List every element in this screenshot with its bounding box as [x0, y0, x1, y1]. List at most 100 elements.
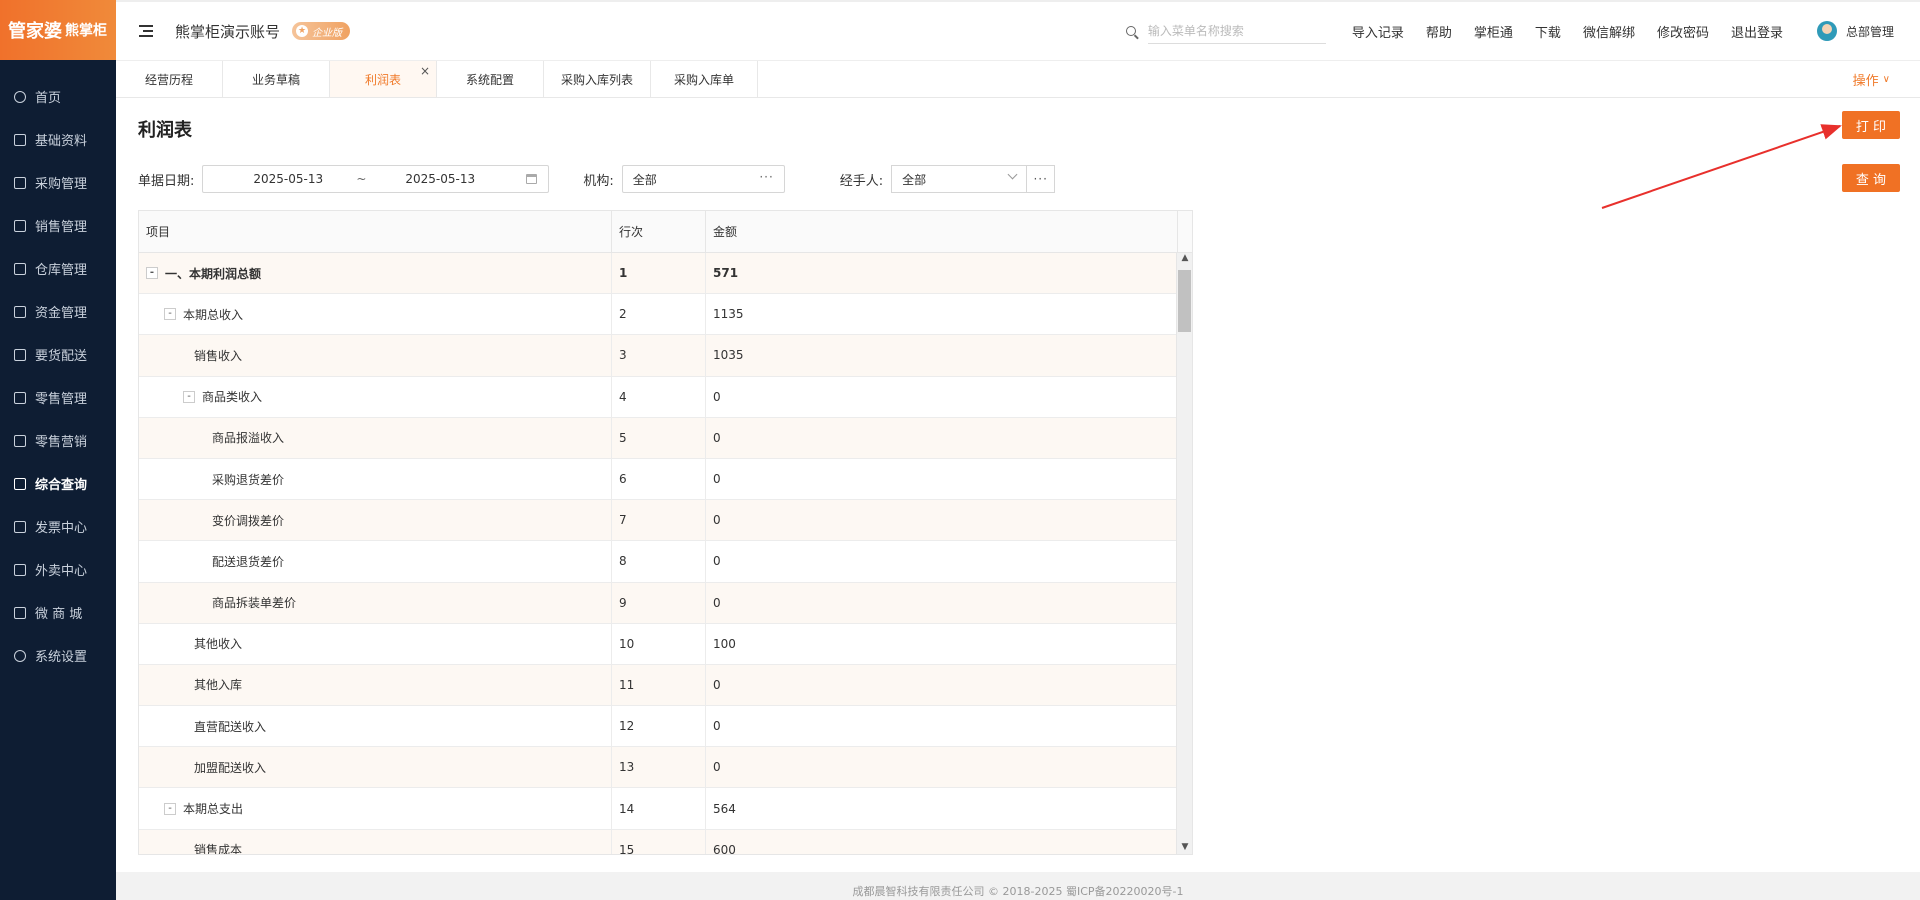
table-row[interactable]: - 本期总收入 2 1135	[139, 294, 1192, 336]
table-row[interactable]: 配送退货差价 8 0	[139, 541, 1192, 583]
cell-item-text: 销售收入	[194, 348, 243, 363]
tab[interactable]: 采购入库单	[651, 61, 758, 97]
cell-amount: 0	[706, 706, 1178, 747]
sidebar-item[interactable]: 系统设置	[0, 634, 116, 677]
table-row[interactable]: - 商品类收入 4 0	[139, 376, 1192, 418]
sidebar-item[interactable]: 首页	[0, 75, 116, 118]
sidebar-item[interactable]: 外卖中心	[0, 548, 116, 591]
close-icon[interactable]: ×	[420, 64, 430, 78]
calendar-icon[interactable]	[526, 174, 538, 184]
sidebar: 管家婆 熊掌柜 首页基础资料 采购管理 销售管理 仓库管理 资金管理 要货配送 零售管理零售…	[0, 0, 116, 900]
cell-amount: 100	[706, 623, 1178, 664]
chevron-down-icon: ∨	[1882, 73, 1890, 85]
column-header-line: 行次	[612, 211, 706, 252]
gift-icon	[14, 434, 26, 447]
sidebar-item[interactable]: 微 商 城	[0, 591, 116, 634]
table-row[interactable]: 采购退货差价 6 0	[139, 458, 1192, 501]
top-bar: 熊掌柜演示账号 ★企业版 导入记录 帮助 掌柜通 下载 微信解绑 修改密码 退出登录 总部管…	[116, 0, 1920, 60]
sidebar-nav: 首页基础资料 采购管理 销售管理 仓库管理 资金管理 要货配送 零售管理零售营销综合查询 发票…	[0, 75, 116, 677]
sidebar-item[interactable]: 基础资料	[0, 118, 116, 161]
table-row[interactable]: 销售成本 15 600	[139, 829, 1192, 855]
handler-select[interactable]: 全部	[891, 165, 1027, 193]
operation-dropdown[interactable]: 操作 ∨	[1853, 61, 1890, 97]
top-link[interactable]: 导入记录	[1352, 22, 1404, 41]
cell-item-text: 其他入库	[194, 678, 243, 693]
sidebar-item-label: 首页	[35, 91, 62, 106]
date-range-picker[interactable]: 2025-05-13 ~ 2025-05-13	[202, 165, 550, 193]
date-to[interactable]: 2025-05-13	[405, 172, 475, 186]
collapse-toggle-icon[interactable]: -	[146, 267, 158, 280]
cell-item-text: 一、本期利润总额	[165, 266, 262, 281]
print-button[interactable]: 打 印	[1842, 111, 1900, 139]
tab-label: 利润表	[364, 72, 401, 87]
edition-badge: ★ 企业版	[292, 22, 351, 40]
sidebar-item-label: 外卖中心	[35, 564, 88, 579]
top-links: 导入记录 帮助 掌柜通 下载 微信解绑 修改密码 退出登录	[1352, 22, 1805, 41]
cell-line: 8	[612, 541, 706, 582]
chevron-down-icon[interactable]	[1007, 169, 1018, 180]
user-menu[interactable]: 总部管理	[1816, 21, 1894, 41]
handler-more-button[interactable]: ···	[1026, 165, 1056, 193]
cell-line: 4	[612, 376, 706, 417]
query-button[interactable]: 查 询	[1842, 164, 1900, 192]
main-content: 利润表 打 印 查 询 单据日期: 2025-05-13 ~ 2025-05-1…	[116, 99, 1920, 872]
sidebar-item[interactable]: 发票中心	[0, 505, 116, 548]
scroll-down-icon[interactable]: ▼	[1177, 842, 1192, 854]
search-icon[interactable]	[1125, 26, 1136, 36]
date-from[interactable]: 2025-05-13	[253, 172, 323, 186]
top-link[interactable]: 帮助	[1426, 22, 1452, 41]
tab[interactable]: 采购入库列表	[544, 61, 651, 97]
wallet-icon	[14, 305, 26, 318]
sidebar-item[interactable]: 零售营销	[0, 419, 116, 462]
shop-icon	[14, 606, 26, 619]
menu-search-input[interactable]	[1147, 18, 1326, 44]
collapse-toggle-icon[interactable]: -	[164, 308, 176, 321]
cell-item: 销售成本	[139, 829, 612, 855]
footer-text: 成都晨智科技有限责任公司 © 2018-2025 蜀ICP备20220020号-…	[852, 885, 1184, 898]
collapse-toggle-icon[interactable]: -	[164, 802, 176, 815]
table-row[interactable]: 变价调拨差价 7 0	[139, 500, 1192, 542]
cell-amount: 0	[706, 417, 1178, 458]
filter-bar: 单据日期: 2025-05-13 ~ 2025-05-13 机构: 全部 ···…	[138, 165, 1056, 193]
scroll-up-icon[interactable]: ▲	[1177, 253, 1192, 267]
table-header: 项目 行次 金额	[139, 211, 1192, 253]
cart-icon	[14, 176, 26, 189]
top-link[interactable]: 退出登录	[1731, 22, 1783, 41]
menu-collapse-icon[interactable]	[139, 25, 153, 37]
table-row[interactable]: 其他入库 11 0	[139, 664, 1192, 707]
sidebar-item-label: 零售营销	[35, 435, 88, 450]
collapse-toggle-icon[interactable]: -	[183, 390, 195, 403]
table-row[interactable]: - 一、本期利润总额 1 571	[139, 253, 1192, 295]
more-icon[interactable]: ···	[759, 170, 773, 184]
table-row[interactable]: - 本期总支出 14 564	[139, 788, 1192, 830]
tab[interactable]: 利润表 ×	[330, 61, 437, 97]
table-row[interactable]: 直营配送收入 12 0	[139, 706, 1192, 748]
cell-amount: 0	[706, 376, 1178, 417]
org-selector[interactable]: 全部 ···	[621, 165, 785, 193]
tab-label: 经营历程	[144, 72, 193, 87]
tab[interactable]: 系统配置	[437, 61, 544, 97]
table-row[interactable]: 加盟配送收入 13 0	[139, 747, 1192, 789]
sidebar-item[interactable]: 要货配送	[0, 333, 116, 376]
scroll-thumb[interactable]	[1178, 270, 1191, 332]
tab[interactable]: 经营历程	[116, 61, 223, 97]
tab[interactable]: 业务草稿	[223, 61, 330, 97]
table-scrollbar[interactable]: ▲ ▼	[1176, 253, 1192, 854]
top-link[interactable]: 下载	[1535, 22, 1561, 41]
cell-item: 商品报溢收入	[139, 417, 612, 458]
table-row[interactable]: 商品拆装单差价 9 0	[139, 582, 1192, 624]
sidebar-item[interactable]: 采购管理	[0, 161, 116, 204]
top-link[interactable]: 修改密码	[1657, 22, 1709, 41]
sidebar-item[interactable]: 综合查询	[0, 462, 116, 505]
brand-logo[interactable]: 管家婆 熊掌柜	[0, 0, 116, 60]
table-row[interactable]: 商品报溢收入 5 0	[139, 417, 1192, 459]
top-link[interactable]: 微信解绑	[1583, 22, 1635, 41]
sidebar-item[interactable]: 资金管理	[0, 290, 116, 333]
sidebar-item[interactable]: 仓库管理	[0, 247, 116, 290]
table-row[interactable]: 其他收入 10 100	[139, 623, 1192, 665]
cell-item-text: 销售成本	[194, 843, 243, 855]
top-link[interactable]: 掌柜通	[1474, 22, 1513, 41]
sidebar-item[interactable]: 零售管理	[0, 376, 116, 419]
table-row[interactable]: 销售收入 3 1035	[139, 335, 1192, 377]
sidebar-item[interactable]: 销售管理	[0, 204, 116, 247]
